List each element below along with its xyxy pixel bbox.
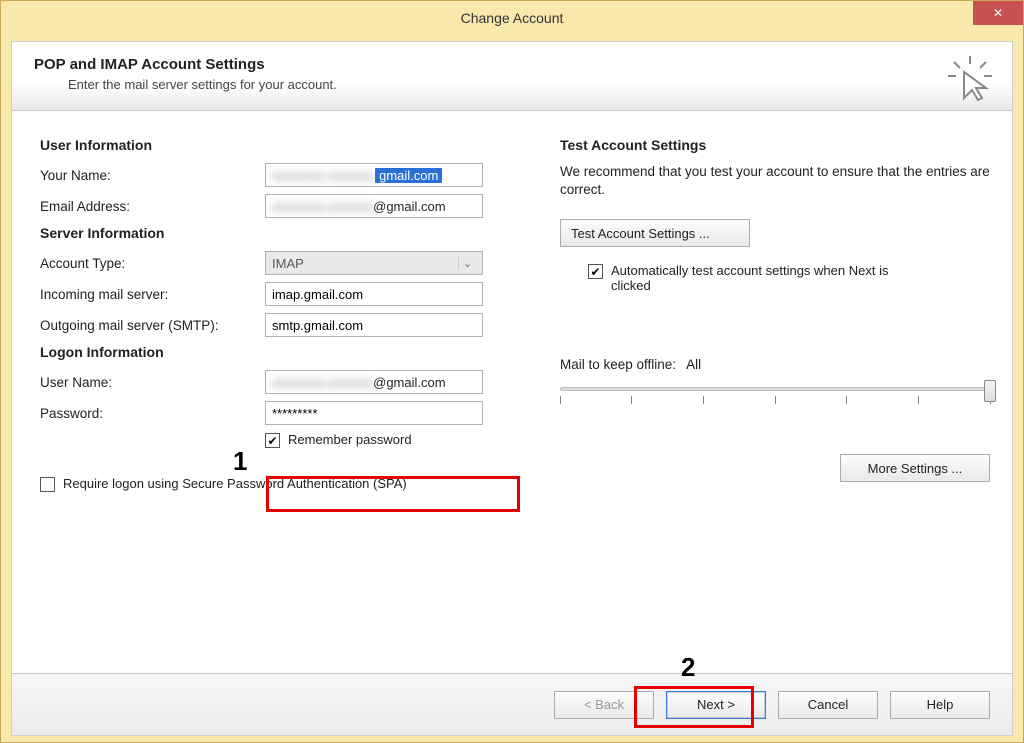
label-incoming: Incoming mail server: (40, 287, 265, 302)
user-name-suffix: @gmail.com (373, 375, 445, 390)
test-description: We recommend that you test your account … (560, 163, 990, 199)
label-outgoing: Outgoing mail server (SMTP): (40, 318, 265, 333)
row-email: Email Address: xxxxxxxx.xxxxxxx @gmail.c… (40, 194, 520, 218)
outgoing-input[interactable] (265, 313, 483, 337)
slider-track (560, 387, 990, 391)
your-name-input[interactable]: xxxxxxxx xxxxxxx gmail.com (265, 163, 483, 187)
require-spa-checkbox[interactable] (40, 477, 55, 492)
row-password: Password: (40, 401, 520, 425)
mail-offline-slider[interactable] (560, 380, 990, 408)
test-account-button[interactable]: Test Account Settings ... (560, 219, 750, 247)
row-remember-password: Remember password (265, 432, 520, 448)
cancel-button[interactable]: Cancel (778, 691, 878, 719)
email-suffix: @gmail.com (373, 199, 445, 214)
dialog-subtitle: Enter the mail server settings for your … (68, 77, 990, 92)
left-column: User Information Your Name: xxxxxxxx xxx… (40, 131, 520, 492)
row-outgoing: Outgoing mail server (SMTP): (40, 313, 520, 337)
label-account-type: Account Type: (40, 256, 265, 271)
close-button[interactable]: ✕ (973, 1, 1023, 25)
window-frame: Change Account ✕ POP and IMAP Account Se… (0, 0, 1024, 743)
dialog-title: POP and IMAP Account Settings (34, 56, 990, 73)
row-incoming: Incoming mail server: (40, 282, 520, 306)
label-require-spa: Require logon using Secure Password Auth… (63, 476, 407, 491)
label-auto-test: Automatically test account settings when… (611, 263, 931, 293)
password-input[interactable] (265, 401, 483, 425)
right-column: Test Account Settings We recommend that … (560, 131, 990, 492)
dialog-footer: < Back Next > Cancel Help (12, 673, 1012, 735)
chevron-down-icon: ⌄ (458, 257, 476, 270)
label-email: Email Address: (40, 199, 265, 214)
label-user-name: User Name: (40, 375, 265, 390)
window-title: Change Account (461, 10, 564, 26)
row-account-type: Account Type: IMAP ⌄ (40, 251, 520, 275)
email-input[interactable]: xxxxxxxx.xxxxxxx @gmail.com (265, 194, 483, 218)
section-logon-info: Logon Information (40, 344, 520, 360)
dialog-body: User Information Your Name: xxxxxxxx xxx… (12, 111, 1012, 512)
row-user-name: User Name: xxxxxxxx.xxxxxxx @gmail.com (40, 370, 520, 394)
label-mail-offline: Mail to keep offline: (560, 357, 676, 372)
account-type-value: IMAP (272, 256, 304, 271)
next-button[interactable]: Next > (666, 691, 766, 719)
incoming-input[interactable] (265, 282, 483, 306)
account-type-select[interactable]: IMAP ⌄ (265, 251, 483, 275)
close-icon: ✕ (993, 6, 1003, 20)
remember-password-checkbox[interactable] (265, 433, 280, 448)
email-blurred: xxxxxxxx.xxxxxxx (272, 199, 373, 214)
mail-offline-group: Mail to keep offline: All (560, 357, 990, 408)
label-remember-password: Remember password (288, 432, 412, 447)
wizard-cursor-icon (946, 54, 994, 102)
label-your-name: Your Name: (40, 168, 265, 183)
help-button[interactable]: Help (890, 691, 990, 719)
your-name-blurred: xxxxxxxx xxxxxxx (272, 168, 373, 183)
auto-test-checkbox[interactable] (588, 264, 603, 279)
more-settings-button[interactable]: More Settings ... (840, 454, 990, 482)
section-user-info: User Information (40, 137, 520, 153)
slider-thumb[interactable] (984, 380, 996, 402)
your-name-suffix: gmail.com (375, 168, 442, 183)
user-name-blurred: xxxxxxxx.xxxxxxx (272, 375, 373, 390)
label-password: Password: (40, 406, 265, 421)
section-test-title: Test Account Settings (560, 137, 990, 153)
mail-offline-value: All (686, 357, 701, 372)
row-your-name: Your Name: xxxxxxxx xxxxxxx gmail.com (40, 163, 520, 187)
section-server-info: Server Information (40, 225, 520, 241)
row-require-spa: Require logon using Secure Password Auth… (40, 476, 520, 492)
back-button[interactable]: < Back (554, 691, 654, 719)
dialog-client: POP and IMAP Account Settings Enter the … (11, 41, 1013, 736)
dialog-header: POP and IMAP Account Settings Enter the … (12, 42, 1012, 111)
titlebar: Change Account ✕ (1, 1, 1023, 35)
user-name-input[interactable]: xxxxxxxx.xxxxxxx @gmail.com (265, 370, 483, 394)
row-auto-test: Automatically test account settings when… (588, 263, 990, 293)
